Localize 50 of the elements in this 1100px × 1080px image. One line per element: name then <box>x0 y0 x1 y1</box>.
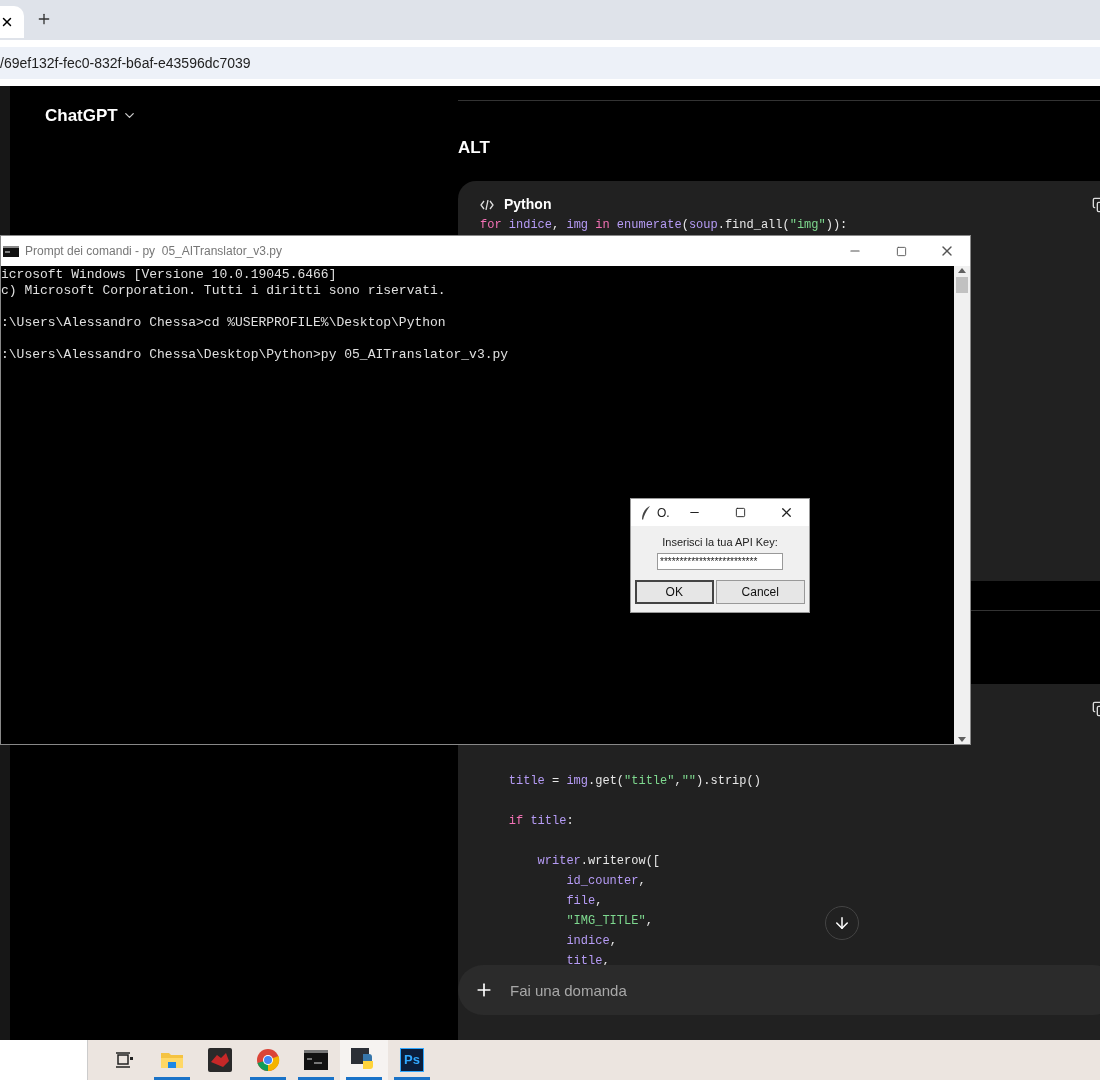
running-indicator <box>154 1077 190 1080</box>
terminal-icon <box>304 1050 328 1070</box>
dialog-button[interactable]: OK <box>635 580 714 604</box>
console-line: :\Users\Alessandro Chessa\Desktop\Python>py 05_AITranslator_v3.py <box>1 347 509 363</box>
folder-icon <box>160 1050 184 1070</box>
terminal-icon <box>3 245 19 257</box>
code-line: title = img.get("title","").strip() <box>507 772 761 790</box>
scrollbar[interactable] <box>954 266 970 744</box>
app-logo-icon: Ps <box>400 1048 424 1072</box>
code-line: for indice, img in enumerate(soup.find_all("img")): <box>480 216 848 234</box>
browser-tab[interactable] <box>0 6 24 38</box>
maximize-icon <box>895 245 907 257</box>
console-line: c) Microsoft Corporation. Tutti i diritti sono riservati. <box>1 283 446 300</box>
maximize-icon <box>734 507 746 518</box>
arrow-up-icon[interactable] <box>958 268 966 273</box>
window-title: Prompt dei comandi - py 05_AITranslator_v3.py <box>25 243 282 260</box>
task-view-icon <box>115 1052 133 1068</box>
circle-logo-icon <box>256 1048 280 1072</box>
code-language: Python <box>504 195 552 214</box>
code-line: file, <box>565 892 603 910</box>
console-line: icrosoft Windows [Versione 10.0.19045.6466] <box>1 267 337 283</box>
arrow-down-icon <box>833 914 851 932</box>
taskbar-button[interactable]: Ps <box>388 1040 436 1080</box>
running-indicator <box>394 1077 430 1080</box>
api-key-input[interactable]: ************************* <box>657 553 783 570</box>
scrollbar-thumb[interactable] <box>956 277 968 293</box>
running-indicator <box>298 1077 334 1080</box>
message-input[interactable]: Fai una domanda <box>458 965 1100 1015</box>
brand-title[interactable]: ChatGPT <box>45 103 118 129</box>
dialog-button[interactable]: Cancel <box>715 580 805 604</box>
arrow-down-icon[interactable] <box>958 737 966 742</box>
address-bar[interactable]: /69ef132f-fec0-832f-b6af-e43596dc7039 <box>0 47 1100 79</box>
code-line: writer.writerow([ <box>536 852 661 870</box>
running-indicator <box>250 1077 286 1080</box>
code-line: "IMG_TITLE", <box>565 912 653 930</box>
code-line: indice, <box>565 932 617 950</box>
running-indicator <box>346 1077 382 1080</box>
field-label: Inserisci la tua API Key: <box>662 536 778 549</box>
code-icon <box>480 199 494 210</box>
feather-icon <box>641 505 651 520</box>
search-field[interactable] <box>0 1040 88 1080</box>
taskbar-button[interactable] <box>340 1040 388 1080</box>
section-heading: ALT <box>458 138 490 157</box>
new-tab-icon[interactable] <box>36 11 52 27</box>
close-icon[interactable] <box>0 15 14 29</box>
console-line: :\Users\Alessandro Chessa>cd %USERPROFILE%\Desktop\Python <box>1 315 446 332</box>
window-title: O. <box>657 504 670 522</box>
code-line: id_counter, <box>565 872 646 890</box>
code-line: if title: <box>507 812 574 830</box>
app-icon <box>208 1048 232 1072</box>
